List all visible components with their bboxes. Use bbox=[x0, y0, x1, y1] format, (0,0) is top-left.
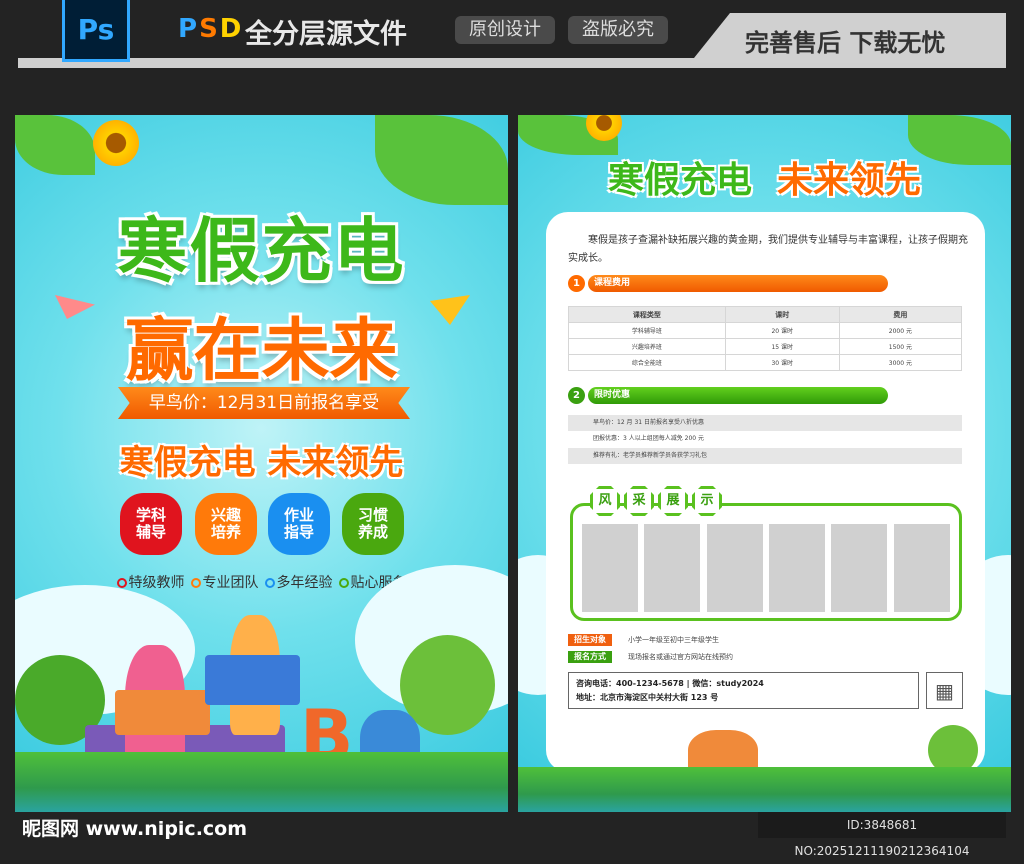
table-row: 学科辅导班 20 课时 2000 元 bbox=[568, 322, 963, 339]
gallery-tag: 采 bbox=[624, 486, 654, 516]
table-row: 综合全能班 30 课时 3000 元 bbox=[568, 354, 963, 371]
grass-decor bbox=[518, 767, 1011, 812]
leaves-decor bbox=[375, 115, 508, 205]
section-course-fees: 1 课程费用 bbox=[568, 275, 888, 292]
headline-2: 赢在未来 bbox=[125, 312, 398, 391]
contact-phone: 咨询电话：400-1234-5678 | 微信：study2024 bbox=[576, 679, 764, 688]
bullet-item: 专业团队 bbox=[190, 572, 259, 592]
gallery-tag: 展 bbox=[658, 486, 688, 516]
nipic-logo: 昵图网 www.nipic.com bbox=[22, 818, 248, 840]
promo-item: 早鸟价：12 月 31 日前报名享受八折优惠 bbox=[568, 415, 962, 431]
early-bird-ribbon: 早鸟价：12月31日前报名享受 bbox=[118, 387, 410, 419]
photo-placeholder bbox=[644, 524, 700, 612]
back-title: 寒假充电 未来领先 bbox=[607, 160, 922, 201]
service-banner: 完善售后 下载无忧 bbox=[690, 13, 1006, 63]
bullet-dot-icon bbox=[264, 578, 275, 588]
gallery-tag: 示 bbox=[692, 486, 722, 516]
promo-item: 推荐有礼：老学员推荐新学员各获学习礼包 bbox=[568, 448, 962, 464]
enroll-method-value: 现场报名或通过官方网站在线预约 bbox=[628, 653, 733, 661]
gallery-tag: 风 bbox=[590, 486, 620, 516]
qr-code-icon: ▦ bbox=[926, 672, 963, 709]
original-badge: 原创设计 bbox=[455, 16, 555, 44]
bullet-dot-icon bbox=[190, 578, 201, 588]
bullet-dot-icon bbox=[338, 578, 349, 588]
contact-box: 咨询电话：400-1234-5678 | 微信：study2024 地址：北京市… bbox=[568, 672, 919, 709]
slogan: 寒假充电 未来领先 bbox=[119, 443, 404, 483]
enroll-target-value: 小学一年级至初中三年级学生 bbox=[628, 636, 719, 644]
photo-placeholder bbox=[769, 524, 825, 612]
piracy-badge: 盗版必究 bbox=[568, 16, 668, 44]
section-limited-offer: 2 限时优惠 bbox=[568, 387, 888, 404]
feature-subject: 学科 辅导 bbox=[120, 493, 182, 555]
poster-back: 寒假充电 未来领先 寒假是孩子查漏补缺拓展兴趣的黄金期，我们提供专业辅导与丰富课… bbox=[518, 115, 1011, 812]
headline-1: 寒假充电 bbox=[117, 210, 406, 292]
image-id: ID:3848681 NO:20251211190212364104 bbox=[758, 812, 1006, 858]
intro-text: 寒假是孩子查漏补缺拓展兴趣的黄金期，我们提供专业辅导与丰富课程，让孩子假期充实成… bbox=[568, 235, 968, 264]
feature-habit: 习惯 养成 bbox=[342, 493, 404, 555]
grass-decor bbox=[15, 752, 508, 812]
leaves-decor bbox=[15, 115, 95, 175]
promo-item: 团报优惠：3 人以上组团每人减免 200 元 bbox=[593, 435, 704, 442]
bullet-dot-icon bbox=[116, 578, 127, 588]
poster-front: 寒假充电 赢在未来 早鸟价：12月31日前报名享受 寒假充电 未来领先 学科 辅… bbox=[15, 115, 508, 812]
blue-book-illustration bbox=[205, 655, 300, 705]
fee-table: 课程类型 课时 费用 学科辅导班 20 课时 2000 元 兴趣培养班 15 课时 1500… bbox=[568, 306, 963, 371]
photo-placeholder bbox=[582, 524, 638, 612]
table-header-row: 课程类型 课时 费用 bbox=[568, 306, 963, 323]
feature-interest: 兴趣 培养 bbox=[195, 493, 257, 555]
contact-address: 地址：北京市海淀区中关村大街 123 号 bbox=[576, 693, 719, 702]
table-row: 兴趣培养班 15 课时 1500 元 bbox=[568, 338, 963, 355]
psd-label: PSD bbox=[178, 14, 244, 44]
sunflower-icon bbox=[93, 120, 139, 166]
feature-homework: 作业 指导 bbox=[268, 493, 330, 555]
open-book-illustration bbox=[115, 690, 210, 735]
enroll-target-label: 招生对象 bbox=[568, 634, 612, 646]
enroll-method-label: 报名方式 bbox=[568, 651, 612, 663]
photo-placeholder bbox=[831, 524, 887, 612]
photo-placeholder bbox=[707, 524, 763, 612]
photoshop-icon: Ps bbox=[62, 0, 130, 62]
bullet-item: 多年经验 bbox=[264, 572, 333, 592]
header-title: 全分层源文件 bbox=[245, 19, 407, 50]
photo-placeholder bbox=[894, 524, 950, 612]
